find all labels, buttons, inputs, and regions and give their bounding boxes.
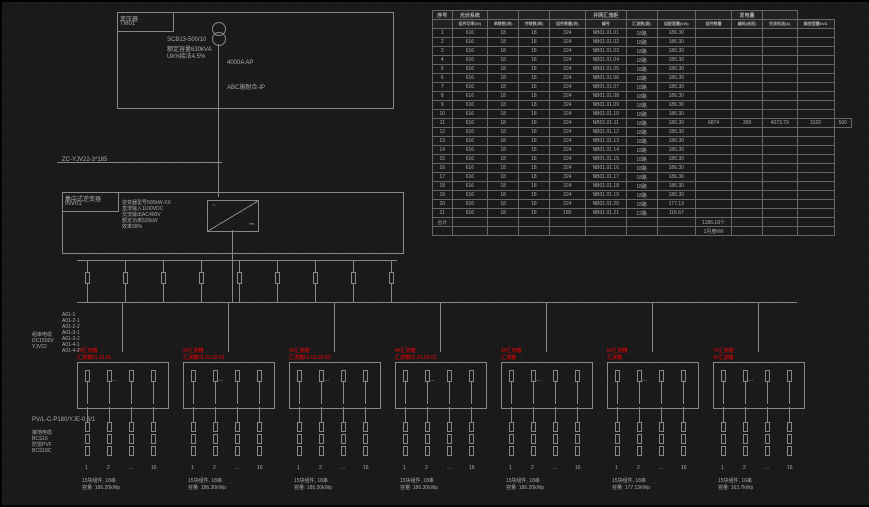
inv-label-box: 集中式逆变器 INV01 xyxy=(62,192,119,212)
inv-specs: 逆变器型号500kW-XX 直流输入1100VDC 交流输出AC400V 额定功… xyxy=(122,200,171,230)
trans-down-line xyxy=(218,44,219,109)
branch-label: 组串电缆DC1500VYJV22 xyxy=(32,332,54,350)
transformer-box xyxy=(117,12,394,109)
cable-spec: 接地电缆BCS16防雷PVFBCS18C xyxy=(32,430,52,454)
main-vert xyxy=(218,107,219,197)
amp-label: 4000A AP xyxy=(227,60,253,66)
cable-line xyxy=(57,162,222,163)
dist-bus xyxy=(77,302,797,303)
data-table: 序号光伏系统并网汇流柜发电量 组件功率(W)串联数(块)并联数(串)组件数量(块… xyxy=(432,10,852,236)
inv-id: INV01 xyxy=(65,201,82,207)
sw-label: ABC施耐合-IP xyxy=(227,82,265,91)
inv-out xyxy=(232,230,233,260)
inverter-symbol: ~ ⎓ xyxy=(207,200,259,232)
dc-main-drop xyxy=(232,260,233,302)
drawing-canvas: 变压器 TM01 SCB13-500/10 额定容量630kVA Uk%接法4.… xyxy=(0,0,869,507)
